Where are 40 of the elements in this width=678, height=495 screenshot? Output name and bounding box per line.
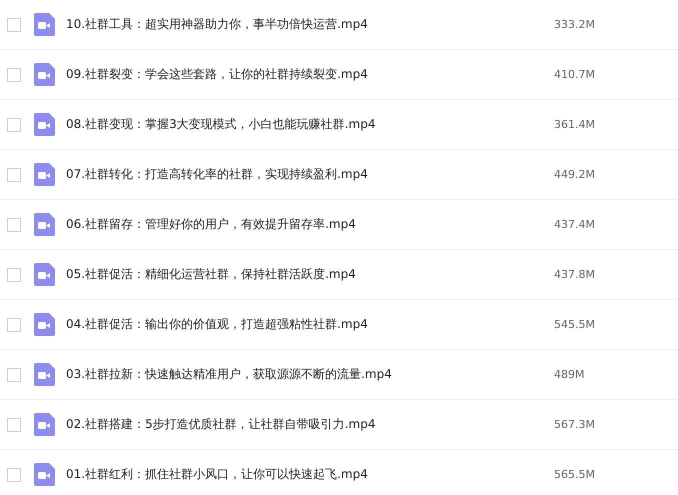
file-size: 567.3M bbox=[554, 418, 595, 431]
checkbox[interactable] bbox=[7, 468, 21, 482]
file-name[interactable]: 05.社群促活：精细化运营社群，保持社群活跃度.mp4 bbox=[66, 266, 554, 283]
checkbox[interactable] bbox=[7, 118, 21, 132]
file-size: 489M bbox=[554, 368, 584, 381]
file-name[interactable]: 03.社群拉新：快速触达精准用户，获取源源不断的流量.mp4 bbox=[66, 366, 554, 383]
file-name[interactable]: 02.社群搭建：5步打造优质社群，让社群自带吸引力.mp4 bbox=[66, 416, 554, 433]
checkbox[interactable] bbox=[7, 368, 21, 382]
checkbox[interactable] bbox=[7, 68, 21, 82]
video-file-icon bbox=[34, 463, 55, 486]
checkbox[interactable] bbox=[7, 318, 21, 332]
video-file-icon bbox=[34, 313, 55, 336]
file-size: 545.5M bbox=[554, 318, 595, 331]
video-file-icon bbox=[34, 213, 55, 236]
file-size: 333.2M bbox=[554, 18, 595, 31]
file-size: 449.2M bbox=[554, 168, 595, 181]
file-size: 437.8M bbox=[554, 268, 595, 281]
checkbox[interactable] bbox=[7, 18, 21, 32]
video-file-icon bbox=[34, 363, 55, 386]
file-name[interactable]: 09.社群裂变：学会这些套路，让你的社群持续裂变.mp4 bbox=[66, 66, 554, 83]
file-name[interactable]: 07.社群转化：打造高转化率的社群，实现持续盈利.mp4 bbox=[66, 166, 554, 183]
file-name[interactable]: 06.社群留存：管理好你的用户，有效提升留存率.mp4 bbox=[66, 216, 554, 233]
video-file-icon bbox=[34, 263, 55, 286]
file-name[interactable]: 10.社群工具：超实用神器助力你，事半功倍快运营.mp4 bbox=[66, 16, 554, 33]
video-file-icon bbox=[34, 13, 55, 36]
file-size: 565.5M bbox=[554, 468, 595, 481]
file-size: 437.4M bbox=[554, 218, 595, 231]
video-file-icon bbox=[34, 163, 55, 186]
checkbox[interactable] bbox=[7, 168, 21, 182]
checkbox[interactable] bbox=[7, 218, 21, 232]
file-name[interactable]: 01.社群红利：抓住社群小风口，让你可以快速起飞.mp4 bbox=[66, 466, 554, 483]
file-name[interactable]: 08.社群变现：掌握3大变现模式，小白也能玩赚社群.mp4 bbox=[66, 116, 554, 133]
checkbox[interactable] bbox=[7, 268, 21, 282]
file-size: 361.4M bbox=[554, 118, 595, 131]
file-name[interactable]: 04.社群促活：输出你的价值观，打造超强粘性社群.mp4 bbox=[66, 316, 554, 333]
checkbox[interactable] bbox=[7, 418, 21, 432]
video-file-icon bbox=[34, 413, 55, 436]
video-file-icon bbox=[34, 63, 55, 86]
file-size: 410.7M bbox=[554, 68, 595, 81]
video-file-icon bbox=[34, 113, 55, 136]
